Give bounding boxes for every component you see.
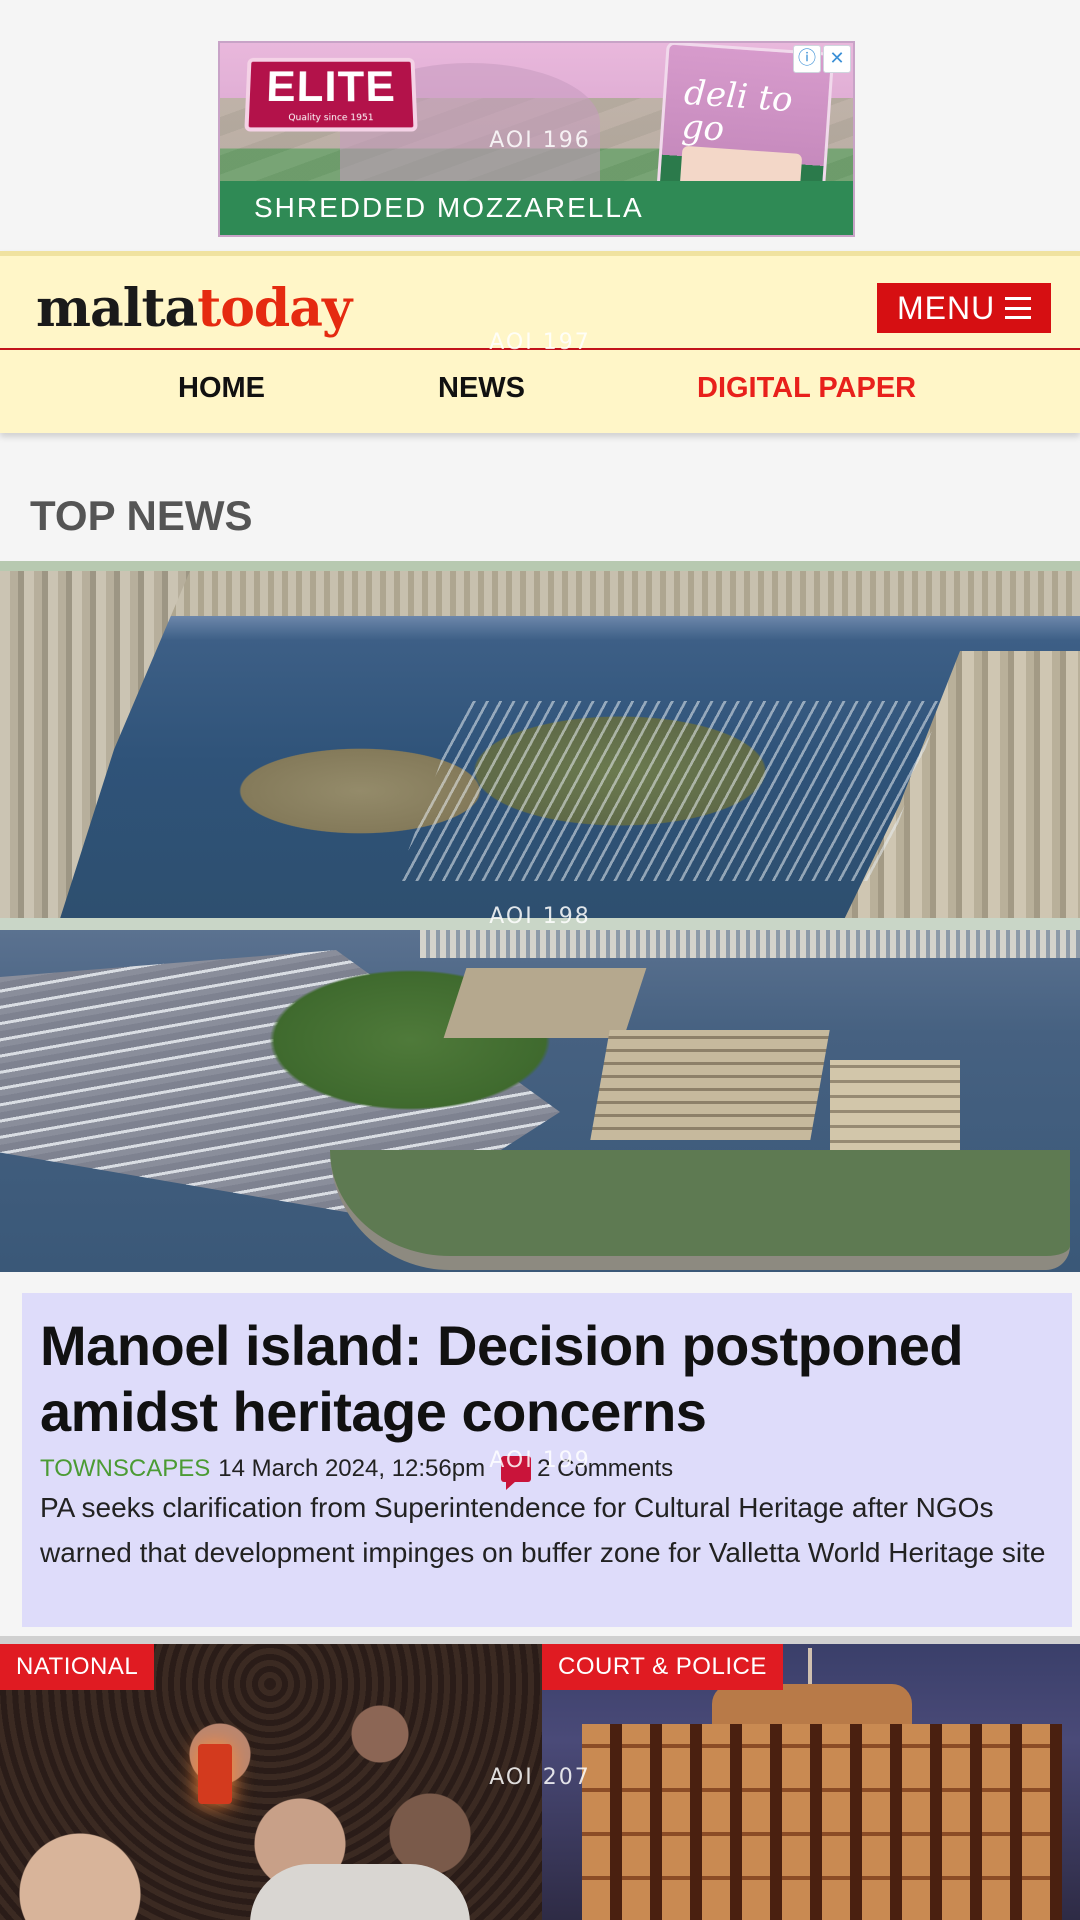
hero-far-marina bbox=[420, 930, 1080, 958]
hero-city-skyline bbox=[120, 571, 1080, 616]
article-meta: TOWNSCAPES 14 March 2024, 12:56pm 2 Comm… bbox=[40, 1455, 673, 1490]
hero-marina-boats bbox=[397, 701, 943, 881]
nav-digital-paper[interactable]: DIGITAL PAPER bbox=[697, 372, 916, 405]
hamburger-icon bbox=[1005, 297, 1031, 319]
hero-image-island-render[interactable] bbox=[0, 918, 1080, 1272]
advertisement-banner[interactable]: ELITE Quality since 1951 deli to go SHRE… bbox=[218, 41, 855, 237]
ad-pack-title: deli to go bbox=[680, 72, 795, 150]
comment-icon[interactable] bbox=[501, 1456, 532, 1490]
article-headline[interactable]: Manoel island: Decision postponed amidst… bbox=[40, 1313, 1050, 1445]
info-icon[interactable]: ⓘ bbox=[793, 45, 821, 73]
ad-brand-tagline: Quality since 1951 bbox=[288, 113, 374, 124]
tile-court-police[interactable]: COURT & POLICE bbox=[542, 1644, 1080, 1920]
ad-product-line: SHREDDED MOZZARELLA bbox=[220, 181, 853, 235]
crowd-figure bbox=[250, 1864, 470, 1920]
article-comments[interactable]: 2 Comments bbox=[537, 1455, 673, 1483]
palace-facade bbox=[582, 1724, 1062, 1920]
ad-controls: ⓘ ✕ bbox=[793, 45, 851, 73]
article-category[interactable]: TOWNSCAPES bbox=[40, 1455, 210, 1483]
hero-city-left bbox=[0, 571, 190, 918]
flagpole bbox=[808, 1648, 812, 1688]
menu-label: MENU bbox=[897, 290, 996, 326]
hero-image-aerial-harbour[interactable] bbox=[0, 561, 1080, 918]
header-divider bbox=[0, 348, 1080, 350]
tile-label-court-police[interactable]: COURT & POLICE bbox=[542, 1644, 783, 1690]
tile-national[interactable]: NATIONAL bbox=[0, 1644, 542, 1920]
menu-button[interactable]: MENU bbox=[877, 283, 1051, 333]
tile-label-national[interactable]: NATIONAL bbox=[0, 1644, 155, 1690]
ad-brand-logo: ELITE Quality since 1951 bbox=[244, 57, 418, 132]
hero-building-2 bbox=[590, 1030, 830, 1140]
site-logo[interactable]: maltatoday bbox=[36, 278, 352, 339]
hero-island-shore bbox=[330, 1150, 1070, 1270]
nav-news[interactable]: NEWS bbox=[438, 372, 525, 405]
nav-home[interactable]: HOME bbox=[178, 372, 265, 405]
hero-building-1 bbox=[443, 968, 647, 1038]
article-date: 14 March 2024, 12:56pm bbox=[218, 1455, 486, 1482]
headline-card[interactable]: Manoel island: Decision postponed amidst… bbox=[22, 1293, 1072, 1627]
candle-image bbox=[198, 1744, 232, 1804]
logo-part-today: today bbox=[197, 278, 352, 339]
site-header: maltatoday MENU HOME NEWS DIGITAL PAPER bbox=[0, 251, 1080, 433]
section-title: TOP NEWS bbox=[30, 492, 253, 539]
article-summary: PA seeks clarification from Superintende… bbox=[40, 1492, 1046, 1568]
logo-part-malta: malta bbox=[36, 278, 198, 339]
tiles-divider bbox=[0, 1636, 1080, 1644]
close-icon[interactable]: ✕ bbox=[823, 45, 851, 73]
ad-brand-name: ELITE bbox=[265, 62, 397, 112]
